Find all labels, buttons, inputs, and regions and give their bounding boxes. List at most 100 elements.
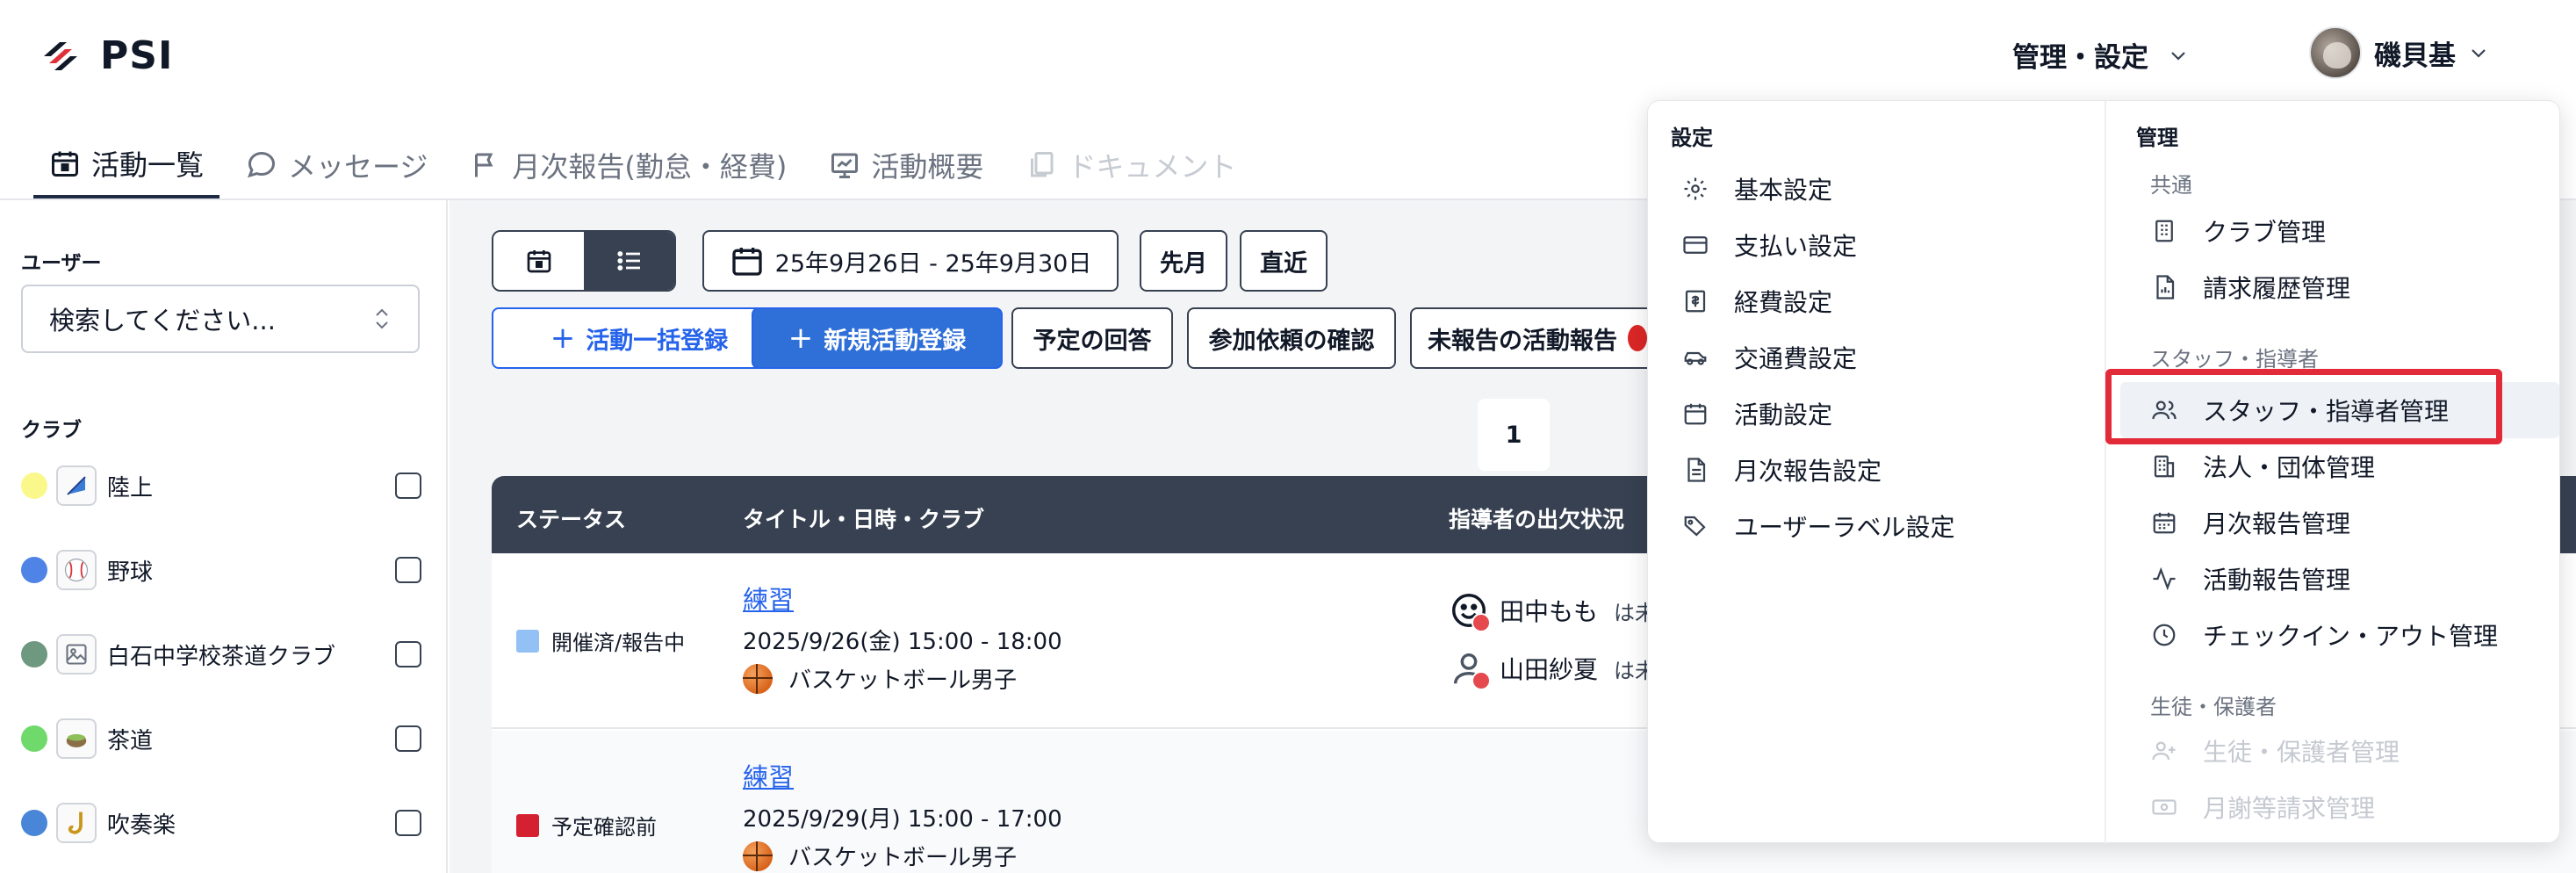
unreported-activity-button[interactable]: 未報告の活動報告 [1410,307,1665,369]
club-item: 白石中学校茶道クラブ [21,632,421,676]
tab-messages[interactable]: メッセージ [230,132,443,198]
club-checkbox[interactable] [395,557,421,583]
club-checkbox[interactable] [395,641,421,667]
tab-documents[interactable]: ドキュメント [1010,132,1252,198]
status-color-square [516,629,539,653]
activity-club: バスケットボール男子 [743,662,1017,695]
plus-icon: + [788,321,814,356]
menu-item-label: 支払い設定 [1734,232,1858,261]
menu-item-label: クラブ管理 [2203,218,2327,247]
menu-item-label: 交通費設定 [1734,344,1858,373]
menu-item-student-management[interactable]: 生徒・保護者管理 [2150,725,2400,777]
tab-activity-list[interactable]: 活動一覧 [33,132,220,198]
club-name: 白石中学校茶道クラブ [107,643,336,670]
chevron-updown-icon [372,307,392,331]
top-bar: PSI 管理・設定 磯貝基 [0,0,2576,110]
list-icon [615,247,644,275]
recent-button[interactable]: 直近 [1240,230,1328,292]
calendar-view-button[interactable] [493,232,584,290]
club-checkbox[interactable] [395,810,421,836]
club-name: 野球 [107,559,154,586]
chevron-down-icon [2168,45,2189,66]
tab-label: 月次報告(勤怠・経費) [512,150,788,184]
organization-icon [2150,452,2178,480]
prev-month-button[interactable]: 先月 [1140,230,1227,292]
menu-item-checkin-management[interactable]: チェックイン・アウト管理 [2150,609,2498,661]
list-view-button[interactable] [584,232,674,290]
invoice-icon [2150,273,2178,301]
tab-monthly-report[interactable]: 月次報告(勤怠・経費) [454,132,802,198]
psi-logo-icon [40,39,81,74]
menu-item-transport-settings[interactable]: 交通費設定 [1681,331,1857,384]
status-column-header: ステータス [516,507,627,532]
club-checkbox[interactable] [395,725,421,752]
settings-heading: 設定 [1671,126,1713,150]
new-activity-label: 新規活動登録 [824,327,967,355]
club-name: バスケットボール男子 [788,845,1018,871]
instructor-name: 山田紗夏 [1500,655,1599,684]
admin-settings-menu[interactable]: 管理・設定 [2012,35,2189,75]
tab-label: ドキュメント [1068,150,1237,184]
participation-check-button[interactable]: 参加依頼の確認 [1187,307,1396,369]
menu-item-activity-settings[interactable]: 活動設定 [1681,387,1832,440]
user-name: 磯貝基 [2374,40,2456,72]
activity-title-link[interactable]: 練習 [743,757,794,794]
menu-item-basic-settings[interactable]: 基本設定 [1681,162,1832,215]
user-menu[interactable]: 磯貝基 [2309,26,2489,79]
instructor-name: 田中もも [1500,597,1599,626]
menu-item-label: 月次報告管理 [2203,509,2351,538]
status-badge: 予定確認前 [516,810,657,841]
bulk-register-button[interactable]: + 活動一括登録 [492,307,787,369]
admin-settings-dropdown: 設定 基本設定 支払い設定 経費設定 交通費設定 活動設定 月次報告設定 ユーザ… [1647,100,2560,844]
dropdown-divider [2105,101,2106,844]
highlight-annotation-box [2105,369,2502,444]
status-dot-icon [1471,613,1491,632]
activity-title-link[interactable]: 練習 [743,580,794,617]
menu-item-monthly-report-settings[interactable]: 月次報告設定 [1681,444,1882,496]
menu-item-monthly-report-management[interactable]: 月次報告管理 [2150,496,2350,549]
tab-label: 活動概要 [871,150,984,184]
tab-activity-overview[interactable]: 活動概要 [813,132,999,198]
user-plus-icon [2150,737,2178,765]
building-icon [2150,217,2178,245]
club-checkbox[interactable] [395,473,421,499]
menu-item-billing-history[interactable]: 請求履歴管理 [2150,261,2350,314]
calendar-icon [2150,509,2178,537]
club-color-dot [21,725,47,752]
menu-item-label: 活動設定 [1734,400,1833,429]
status-badge: 開催済/報告中 [516,625,685,656]
app-name: PSI [100,33,174,78]
club-item: 陸上 [21,464,421,508]
activity-datetime: 2025/9/29(月) 15:00 - 17:00 [743,806,1062,833]
admin-settings-label: 管理・設定 [2012,42,2148,74]
menu-item-tuition-billing[interactable]: 月謝等請求管理 [2150,781,2375,833]
unreported-label: 未報告の活動報告 [1428,327,1617,355]
menu-item-activity-report-management[interactable]: 活動報告管理 [2150,552,2350,605]
flag-icon [470,149,501,181]
menu-item-user-label-settings[interactable]: ユーザーラベル設定 [1681,500,1954,552]
menu-item-organization-management[interactable]: 法人・団体管理 [2150,440,2375,493]
basketball-icon [743,663,773,694]
instructor-attendance: 田中もも は未 [1449,590,1656,632]
tags-icon [1681,512,1709,540]
menu-item-club-management[interactable]: クラブ管理 [2150,205,2326,257]
student-subheading: 生徒・保護者 [2150,695,2277,719]
calendar-icon [49,148,81,179]
user-select[interactable]: 検索してください... [21,285,420,353]
notification-badge [1628,325,1647,351]
new-activity-button[interactable]: + 新規活動登録 [752,307,1003,369]
app-logo[interactable]: PSI [40,33,173,78]
menu-item-expense-settings[interactable]: 経費設定 [1681,275,1832,328]
date-range-picker[interactable]: 25年9月26日 - 25年9月30日 [702,230,1119,292]
bulk-register-label: 活動一括登録 [586,327,729,355]
menu-item-label: 経費設定 [1734,288,1833,317]
schedule-answer-button[interactable]: 予定の回答 [1011,307,1173,369]
activity-datetime: 2025/9/26(金) 15:00 - 18:00 [743,629,1062,655]
image-icon [56,634,97,675]
person-icon [1449,648,1491,690]
menu-item-label: 月次報告設定 [1734,457,1882,486]
page-1-button[interactable]: 1 [1478,399,1550,471]
gear-icon [1681,175,1709,203]
menu-item-payment-settings[interactable]: 支払い設定 [1681,219,1857,271]
activity-icon [2150,565,2178,593]
